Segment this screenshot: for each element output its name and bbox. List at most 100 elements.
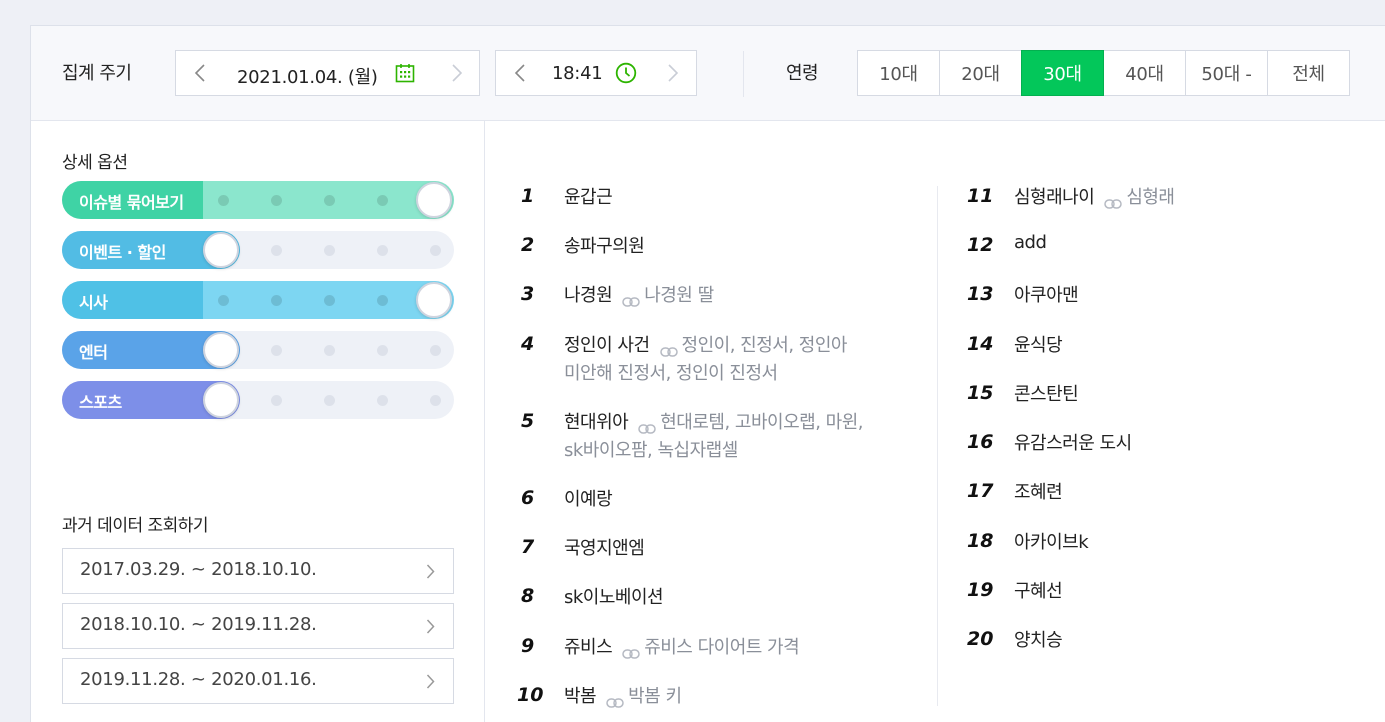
toggle-knob[interactable] <box>416 282 452 318</box>
rank-keyword[interactable]: 이예랑 <box>564 485 613 511</box>
toggle-switch[interactable]: 이슈별 묶어보기 <box>62 181 454 219</box>
date-picker: 2021.01.04. (월) <box>175 50 480 96</box>
time-value[interactable]: 18:41 <box>552 63 603 84</box>
related-keywords[interactable]: 쥬비스 다이어트 가격 <box>644 637 799 658</box>
ranking-item[interactable]: 10 박봄 박봄 키 <box>517 682 941 712</box>
rank-keyword[interactable]: 아쿠아맨 <box>1014 281 1079 307</box>
related-keywords[interactable]: 현대로템, 고바이오랩, 마윈, <box>660 412 863 433</box>
rank-keyword[interactable]: 구혜선 <box>1014 577 1063 603</box>
rank-keyword-text: add <box>1014 232 1047 253</box>
related-keywords-continued[interactable]: 미안해 진정서, 정인이 진정서 <box>564 359 778 385</box>
age-option-40[interactable]: 40대 <box>1103 50 1186 96</box>
ranking-item[interactable]: 3 나경원 나경원 딸 <box>521 281 941 311</box>
rank-keyword[interactable]: add <box>1014 232 1047 253</box>
ranking-item[interactable]: 16 유감스러운 도시 <box>967 429 1385 459</box>
ranking-item[interactable]: 4 정인이 사건 정인이, 진정서, 정인아 미안해 진정서, 정인이 진정서 <box>521 331 941 384</box>
ranking-item[interactable]: 13 아쿠아맨 <box>967 281 1385 311</box>
rank-keyword[interactable]: 아카이브k <box>1014 528 1089 554</box>
toggle-switch[interactable]: 이벤트 · 할인 <box>62 231 454 269</box>
chevron-right-icon <box>426 564 435 583</box>
rank-keyword-text: 국영지앤엠 <box>564 538 645 559</box>
rank-keyword[interactable]: 윤식당 <box>1014 331 1063 357</box>
toggle-step-dot <box>324 245 335 256</box>
rank-keyword[interactable]: 정인이 사건 정인이, 진정서, 정인아 <box>564 331 847 357</box>
age-option-all[interactable]: 전체 <box>1267 50 1350 96</box>
date-value[interactable]: 2021.01.04. (월) <box>237 63 378 89</box>
related-keywords[interactable]: 정인이, 진정서, 정인아 <box>682 335 848 356</box>
ranking-item[interactable]: 17 조혜련 <box>967 478 1385 508</box>
history-range[interactable]: 2018.10.10. ~ 2019.11.28. <box>62 603 454 649</box>
age-option-10[interactable]: 10대 <box>857 50 940 96</box>
rank-keyword[interactable]: 윤갑근 <box>564 183 613 209</box>
toggle-step-dot <box>324 345 335 356</box>
rank-number: 4 <box>521 333 535 355</box>
period-label: 집계 주기 <box>62 63 132 84</box>
related-keywords[interactable]: 나경원 딸 <box>644 285 714 306</box>
toggle-step-dot <box>271 395 282 406</box>
ranking-item[interactable]: 14 윤식당 <box>967 331 1385 361</box>
link-icon <box>622 291 640 307</box>
ranking-item[interactable]: 11 심형래나이 심형래 <box>967 183 1385 213</box>
ranking-item[interactable]: 1 윤갑근 <box>521 183 941 213</box>
toggle-switch[interactable]: 스포츠 <box>62 381 454 419</box>
chevron-right-icon <box>426 619 435 638</box>
rank-keyword-text: 콘스탄틴 <box>1014 384 1079 405</box>
rank-number: 14 <box>967 333 994 355</box>
age-option-30[interactable]: 30대 <box>1021 50 1104 96</box>
ranking-item[interactable]: 9 쥬비스 쥬비스 다이어트 가격 <box>521 633 941 663</box>
rank-keyword[interactable]: 쥬비스 쥬비스 다이어트 가격 <box>564 633 800 659</box>
ranking-item[interactable]: 5 현대위아 현대로템, 고바이오랩, 마윈, sk바이오팜, 녹십자랩셀 <box>521 408 941 461</box>
rank-keyword-text: 박봄 <box>564 686 597 707</box>
rank-keyword[interactable]: 국영지앤엠 <box>564 534 645 560</box>
rank-keyword[interactable]: 유감스러운 도시 <box>1014 429 1132 455</box>
history-range-label: 2017.03.29. ~ 2018.10.10. <box>80 559 317 580</box>
rank-keyword-text: 구혜선 <box>1014 581 1063 602</box>
chevron-left-icon[interactable] <box>194 64 206 82</box>
divider <box>743 51 744 97</box>
ranking-item[interactable]: 18 아카이브k <box>967 528 1385 558</box>
ranking-item[interactable]: 12 add <box>967 232 1385 262</box>
related-keywords[interactable]: 심형래 <box>1126 187 1175 208</box>
chevron-left-icon[interactable] <box>514 64 526 82</box>
toggle-knob[interactable] <box>203 382 239 418</box>
rank-keyword[interactable]: 콘스탄틴 <box>1014 380 1079 406</box>
ranking-item[interactable]: 19 구혜선 <box>967 577 1385 607</box>
history-range[interactable]: 2019.11.28. ~ 2020.01.16. <box>62 658 454 704</box>
rank-keyword-text: 아쿠아맨 <box>1014 285 1079 306</box>
toggle-switch[interactable]: 엔터 <box>62 331 454 369</box>
rank-keyword[interactable]: 나경원 나경원 딸 <box>564 281 714 307</box>
toggle-knob[interactable] <box>203 232 239 268</box>
chevron-right-icon[interactable] <box>667 64 679 82</box>
toggle-knob[interactable] <box>416 182 452 218</box>
related-keywords[interactable]: 박봄 키 <box>628 686 682 707</box>
ranking-item[interactable]: 20 양치승 <box>967 626 1385 656</box>
toggle-switch[interactable]: 시사 <box>62 281 454 319</box>
rank-keyword[interactable]: 심형래나이 심형래 <box>1014 183 1175 209</box>
clock-icon[interactable] <box>615 62 637 88</box>
ranking-item[interactable]: 6 이예랑 <box>521 485 941 515</box>
toggle-step-dot <box>377 395 388 406</box>
rank-keyword-text: 나경원 <box>564 285 613 306</box>
rank-number: 8 <box>521 585 535 607</box>
calendar-icon[interactable] <box>395 63 415 87</box>
ranking-item[interactable]: 8 sk이노베이션 <box>521 583 941 613</box>
chevron-right-icon[interactable] <box>451 64 463 82</box>
options-sidebar: 상세 옵션 이슈별 묶어보기 이벤트 · 할인 시사 엔터 스포츠 과거 데이터 조회하… <box>31 121 485 722</box>
rank-keyword[interactable]: 현대위아 현대로템, 고바이오랩, 마윈, <box>564 408 864 434</box>
history-range-label: 2019.11.28. ~ 2020.01.16. <box>80 669 317 690</box>
toggle-knob[interactable] <box>203 332 239 368</box>
rank-keyword[interactable]: 송파구의원 <box>564 232 645 258</box>
rank-keyword[interactable]: sk이노베이션 <box>564 583 664 609</box>
rank-number: 16 <box>967 431 994 453</box>
ranking-item[interactable]: 2 송파구의원 <box>521 232 941 262</box>
rank-keyword[interactable]: 박봄 박봄 키 <box>564 682 682 708</box>
rank-keyword[interactable]: 조혜련 <box>1014 478 1063 504</box>
related-keywords-continued[interactable]: sk바이오팜, 녹십자랩셀 <box>564 436 738 462</box>
ranking-item[interactable]: 7 국영지앤엠 <box>521 534 941 564</box>
ranking-item[interactable]: 15 콘스탄틴 <box>967 380 1385 410</box>
history-range[interactable]: 2017.03.29. ~ 2018.10.10. <box>62 548 454 594</box>
link-icon <box>622 643 640 659</box>
rank-keyword[interactable]: 양치승 <box>1014 626 1063 652</box>
age-option-20[interactable]: 20대 <box>939 50 1022 96</box>
age-option-50[interactable]: 50대 - <box>1185 50 1268 96</box>
